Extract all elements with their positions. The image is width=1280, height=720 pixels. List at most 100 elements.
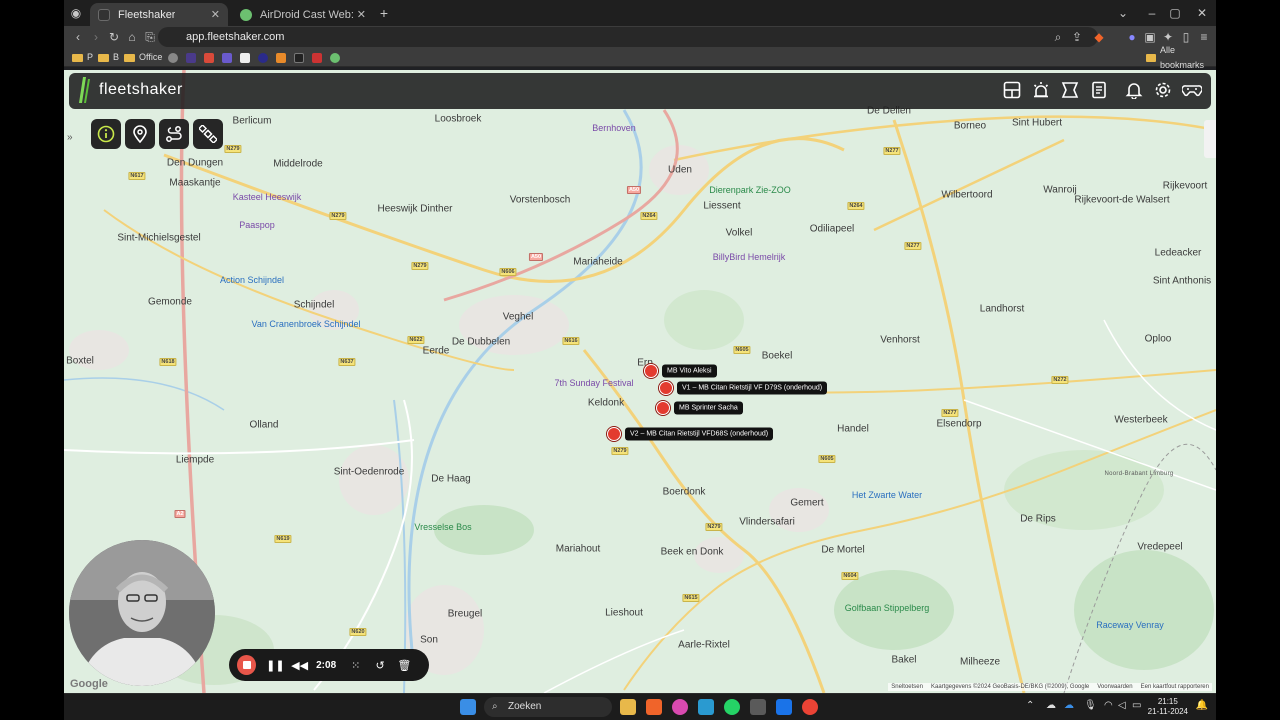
zoom-icon[interactable]: ⌕ [1050,29,1066,45]
vehicle-label[interactable]: V2 – MB Citan Rietstijl VFD68S (onderhou… [625,427,774,441]
report-error-link[interactable]: Een kaartfout rapporteren [1141,684,1209,690]
home-icon[interactable]: ⌂ [124,29,140,45]
brave-shield-icon[interactable]: ◆ [1091,29,1107,45]
speaker-icon[interactable]: ◁ [1118,700,1126,711]
location-button[interactable] [125,119,155,149]
bookmark-c-icon[interactable] [186,50,199,65]
report-icon[interactable] [1089,81,1109,101]
bookmark-folder-b[interactable]: B [98,50,119,65]
map-label: Ledeacker [1154,247,1202,259]
road-shield: A2 [174,510,186,518]
map-label: Bernhoven [592,123,636,133]
bookmark-green-icon[interactable] [330,50,343,65]
gear-icon[interactable] [1153,81,1173,101]
bookmark-n-icon[interactable] [240,50,253,65]
wifi-icon[interactable]: ◠ [1104,700,1113,711]
bookmark-folder-office[interactable]: Office [124,50,162,65]
tray-chevron-icon[interactable]: ⌃ [1026,700,1034,711]
bookmark-e-icon[interactable] [204,50,217,65]
share-icon[interactable]: ⇪ [1069,29,1085,45]
trash-icon[interactable]: 🗑 [397,659,412,672]
map-canvas[interactable]: Berlicum Loosbroek Bernhoven Den Dungen … [64,70,1216,693]
outlook-icon[interactable] [776,699,792,715]
gamepad-icon[interactable] [1181,81,1203,101]
bookmark-label: B [113,52,120,62]
map-label: Beek en Donk [660,546,724,558]
notification-bell-icon[interactable]: 🔔 [1196,700,1208,711]
close-tab-icon[interactable]: ✕ [211,8,220,21]
pause-icon[interactable]: ❚❚ [266,659,284,672]
stop-recording-button[interactable] [237,655,257,675]
map-label: Uden [668,164,692,176]
satellite-button[interactable] [193,119,223,149]
onedrive-icon[interactable]: ☁ [1064,700,1074,711]
map-label: Borneo [953,120,987,132]
chevron-down-icon[interactable]: ⌄ [1115,5,1131,21]
brave-icon[interactable] [646,699,662,715]
map-label: Aarle-Rixtel [678,639,730,651]
restart-icon[interactable]: ↺ [372,659,387,672]
cloud-icon[interactable]: ☁ [1046,700,1056,711]
map-label: Sint-Oedenrode [333,466,405,478]
vehicle-marker[interactable] [644,364,658,378]
whatsapp-icon[interactable] [724,699,740,715]
back-icon[interactable]: ‹ [70,29,86,45]
bookmark-s-icon[interactable] [222,50,235,65]
shortcuts-link[interactable]: Sneltoetsen [891,684,923,690]
expand-panel-icon[interactable]: » [67,132,73,143]
right-panel-handle[interactable] [1204,120,1216,158]
microphone-icon[interactable]: 🎙 [1084,700,1097,711]
terms-link[interactable]: Voorwaarden [1097,684,1132,690]
chrome-icon[interactable] [802,699,818,715]
vehicle-label[interactable]: V1 – MB Citan Rietstijl VF D79S (onderho… [677,381,828,395]
map-attribution: Sneltoetsen Kaartgegevens ©2024 GeoBasis… [888,683,1212,691]
rewind-icon[interactable]: ◀◀ [291,659,308,672]
app-icon[interactable] [672,699,688,715]
vehicle-label[interactable]: MB Sprinter Sacha [674,401,743,415]
browser-menu-icon[interactable]: ◉ [68,5,84,21]
extension-icon[interactable]: ● [1124,29,1140,45]
bookmark-ring-icon[interactable] [258,50,271,65]
app-icon[interactable] [750,699,766,715]
close-window-icon[interactable]: ✕ [1194,5,1210,21]
alarm-icon[interactable] [1031,81,1051,101]
all-bookmarks[interactable]: Alle bookmarks [1146,45,1216,70]
bookmark-fleetshaker-icon[interactable] [294,50,307,65]
bell-icon[interactable] [1124,81,1144,101]
vehicle-label[interactable]: MB Vito Aleksi [662,364,717,378]
taskbar-clock[interactable]: 21:15 21-11-2024 [1148,697,1188,717]
vehicle-marker[interactable] [656,401,670,415]
drag-handle-icon[interactable]: ⁙ [348,659,363,672]
battery-icon[interactable]: ▭ [1132,700,1141,711]
bookmark-folder-p[interactable]: P [72,50,93,65]
close-tab-icon[interactable]: ✕ [357,8,366,21]
reload-icon[interactable]: ↻ [106,29,122,45]
file-explorer-icon[interactable] [620,699,636,715]
route-button[interactable] [159,119,189,149]
address-bar[interactable]: app.fleetshaker.com [158,27,1098,47]
forward-icon[interactable]: › [88,29,104,45]
tab-airdroid[interactable]: AirDroid Cast Web: Free tool to wir ✕ [232,3,374,26]
minimize-icon[interactable]: – [1144,5,1160,21]
tab-fleetshaker[interactable]: Fleetshaker ✕ [90,3,228,26]
vehicle-marker[interactable] [659,381,673,395]
app-icon[interactable] [698,699,714,715]
taskbar-search[interactable]: ⌕ Zoeken [484,697,612,717]
map-label: Liessent [703,200,741,212]
extension-icon[interactable]: ▣ [1142,29,1158,45]
bookmark-icon[interactable]: ⎘ [142,29,158,45]
maximize-icon[interactable]: ▢ [1167,5,1183,21]
url-text: app.fleetshaker.com [186,31,285,43]
map-label: Milheeze [959,656,1001,668]
map-label: Kasteel Heeswijk [232,192,302,202]
new-tab-icon[interactable]: + [376,5,392,21]
brand-logo[interactable]: fleetshaker [77,77,183,103]
bookmark-globe-icon[interactable] [168,50,181,65]
bookmark-red-icon[interactable] [312,50,325,65]
info-button[interactable] [91,119,121,149]
routes-icon[interactable] [1060,81,1080,101]
vehicle-marker[interactable] [607,427,621,441]
bookmark-orange-icon[interactable] [276,50,289,65]
windows-start-icon[interactable] [460,699,476,715]
layout-icon[interactable] [1002,81,1022,101]
